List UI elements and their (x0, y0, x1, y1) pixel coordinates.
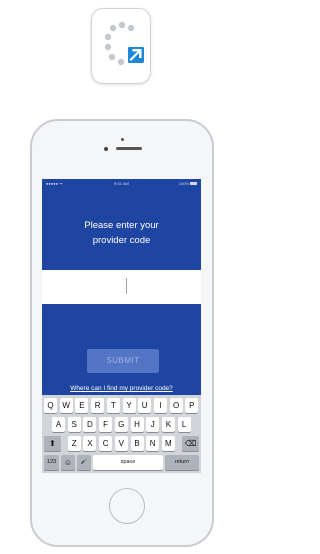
emoji-key[interactable]: ☺ (61, 455, 75, 470)
battery-indicator: 100% (179, 181, 197, 186)
status-time: 9:41 AM (114, 181, 129, 186)
microphone-key[interactable]: 🎤 (77, 455, 91, 470)
status-bar: ●●●●● ᯤ 9:41 AM 100% (42, 179, 201, 188)
key-d[interactable]: D (83, 417, 97, 432)
submit-button[interactable]: SUBMIT (87, 349, 159, 373)
key-o[interactable]: O (169, 398, 183, 413)
key-x[interactable]: X (83, 436, 97, 451)
provider-code-input[interactable] (42, 270, 201, 304)
key-c[interactable]: C (99, 436, 113, 451)
numbers-key[interactable]: 123 (44, 455, 59, 470)
home-button[interactable] (109, 488, 145, 524)
earpiece-speaker (116, 147, 142, 150)
space-key[interactable]: space (93, 455, 163, 470)
sensor-dot (121, 138, 124, 141)
phone-frame: ●●●●● ᯤ 9:41 AM 100% Please enter your p… (30, 119, 214, 547)
phone-screen: ●●●●● ᯤ 9:41 AM 100% Please enter your p… (42, 179, 201, 473)
key-f[interactable]: F (99, 417, 113, 432)
loading-arrow-icon (104, 21, 144, 66)
key-q[interactable]: Q (44, 398, 57, 413)
front-camera (104, 147, 108, 151)
delete-key[interactable]: ⌫ (182, 436, 199, 451)
key-z[interactable]: Z (67, 436, 81, 451)
key-r[interactable]: R (91, 398, 105, 413)
key-j[interactable]: J (146, 417, 160, 432)
keyboard-row-1: Q W E R T Y U I O P (42, 398, 201, 414)
return-key[interactable]: return (165, 455, 199, 470)
on-screen-keyboard: Q W E R T Y U I O P A S D F G H J K L ⬆ … (42, 395, 201, 473)
app-icon (91, 8, 151, 84)
prompt-line-1: Please enter your (84, 220, 159, 231)
keyboard-row-2: A S D F G H J K L (42, 417, 201, 433)
key-p[interactable]: P (185, 398, 199, 413)
keyboard-row-3: ⬆ Z X C V B N M ⌫ (42, 436, 201, 452)
provider-code-prompt: Please enter your provider code (42, 218, 201, 248)
text-cursor (126, 278, 127, 294)
shift-key[interactable]: ⬆ (44, 436, 61, 451)
key-t[interactable]: T (106, 398, 120, 413)
key-s[interactable]: S (67, 417, 81, 432)
keyboard-row-4: 123 ☺ 🎤 space return (42, 455, 201, 471)
battery-icon (190, 182, 197, 186)
key-a[interactable]: A (52, 417, 65, 432)
key-k[interactable]: K (161, 417, 175, 432)
key-v[interactable]: V (114, 436, 128, 451)
key-m[interactable]: M (161, 436, 175, 451)
key-l[interactable]: L (177, 417, 191, 432)
key-u[interactable]: U (138, 398, 152, 413)
find-provider-code-link[interactable]: Where can I find my provider code? (42, 385, 201, 392)
key-h[interactable]: H (130, 417, 144, 432)
battery-percent: 100% (178, 181, 189, 186)
key-w[interactable]: W (59, 398, 73, 413)
key-n[interactable]: N (146, 436, 160, 451)
key-b[interactable]: B (130, 436, 144, 451)
key-g[interactable]: G (114, 417, 128, 432)
prompt-line-2: provider code (92, 235, 151, 246)
key-e[interactable]: E (75, 398, 89, 413)
key-i[interactable]: I (153, 398, 167, 413)
key-y[interactable]: Y (122, 398, 136, 413)
